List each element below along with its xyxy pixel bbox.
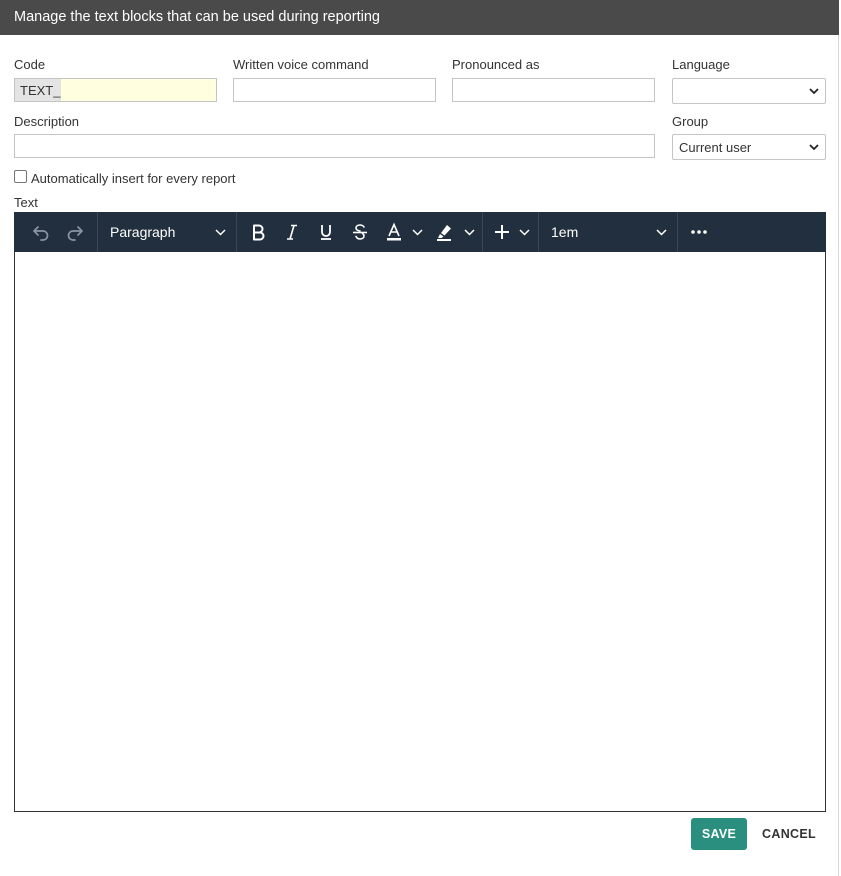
language-label: Language bbox=[672, 57, 730, 72]
insert-button[interactable] bbox=[488, 212, 532, 252]
chevron-down-icon bbox=[412, 229, 423, 236]
font-size-value: 1em bbox=[551, 224, 579, 240]
auto-insert-label: Automatically insert for every report bbox=[31, 171, 236, 186]
more-icon bbox=[691, 230, 707, 234]
italic-button[interactable] bbox=[276, 212, 308, 252]
bold-icon bbox=[253, 224, 265, 241]
strikethrough-icon bbox=[353, 224, 367, 240]
language-select[interactable] bbox=[672, 78, 826, 104]
pronounced-as-label: Pronounced as bbox=[452, 57, 540, 72]
undo-icon bbox=[33, 226, 49, 241]
undo-button[interactable] bbox=[26, 212, 56, 252]
chevron-down-icon bbox=[656, 229, 667, 236]
group-selected: Current user bbox=[679, 140, 752, 155]
text-color-button[interactable] bbox=[380, 212, 426, 252]
text-color-icon bbox=[387, 222, 401, 241]
chevron-down-icon bbox=[519, 229, 530, 236]
italic-icon bbox=[287, 224, 297, 240]
description-label: Description bbox=[14, 114, 80, 129]
code-prefix: TEXT_ bbox=[14, 78, 61, 102]
underline-button[interactable] bbox=[310, 212, 342, 252]
voice-command-label: Written voice command bbox=[233, 57, 369, 72]
manage-text-blocks-dialog: Manage the text blocks that can be used … bbox=[0, 0, 839, 876]
insert-plus-icon bbox=[495, 225, 509, 239]
chevron-down-icon bbox=[464, 229, 475, 236]
font-size-dropdown[interactable]: 1em bbox=[539, 212, 677, 252]
save-button[interactable]: SAVE bbox=[691, 818, 747, 850]
description-input[interactable] bbox=[14, 134, 655, 158]
pronounced-as-input[interactable] bbox=[452, 78, 655, 102]
bold-button[interactable] bbox=[242, 212, 274, 252]
redo-icon bbox=[67, 226, 83, 241]
code-label: Code bbox=[14, 57, 46, 72]
voice-command-input[interactable] bbox=[233, 78, 436, 102]
chevron-down-icon bbox=[809, 144, 819, 151]
strikethrough-button[interactable] bbox=[344, 212, 376, 252]
underline-icon bbox=[321, 225, 331, 240]
dialog-title: Manage the text blocks that can be used … bbox=[0, 0, 839, 35]
text-label: Text bbox=[14, 195, 38, 210]
text-editor-area[interactable] bbox=[14, 252, 826, 812]
auto-insert-checkbox[interactable] bbox=[14, 170, 27, 183]
more-button[interactable] bbox=[682, 212, 716, 252]
highlight-icon bbox=[437, 225, 451, 241]
highlight-button[interactable] bbox=[430, 212, 478, 252]
cancel-button[interactable]: CANCEL bbox=[756, 818, 822, 850]
editor-toolbar: Paragraph 1em bbox=[14, 212, 826, 252]
redo-button[interactable] bbox=[60, 212, 90, 252]
group-select[interactable]: Current user bbox=[672, 134, 826, 160]
block-format-value: Paragraph bbox=[110, 224, 176, 240]
block-format-dropdown[interactable]: Paragraph bbox=[98, 212, 236, 252]
group-label: Group bbox=[672, 114, 709, 129]
code-input[interactable] bbox=[61, 78, 217, 102]
chevron-down-icon bbox=[215, 229, 226, 236]
chevron-down-icon bbox=[809, 88, 819, 95]
